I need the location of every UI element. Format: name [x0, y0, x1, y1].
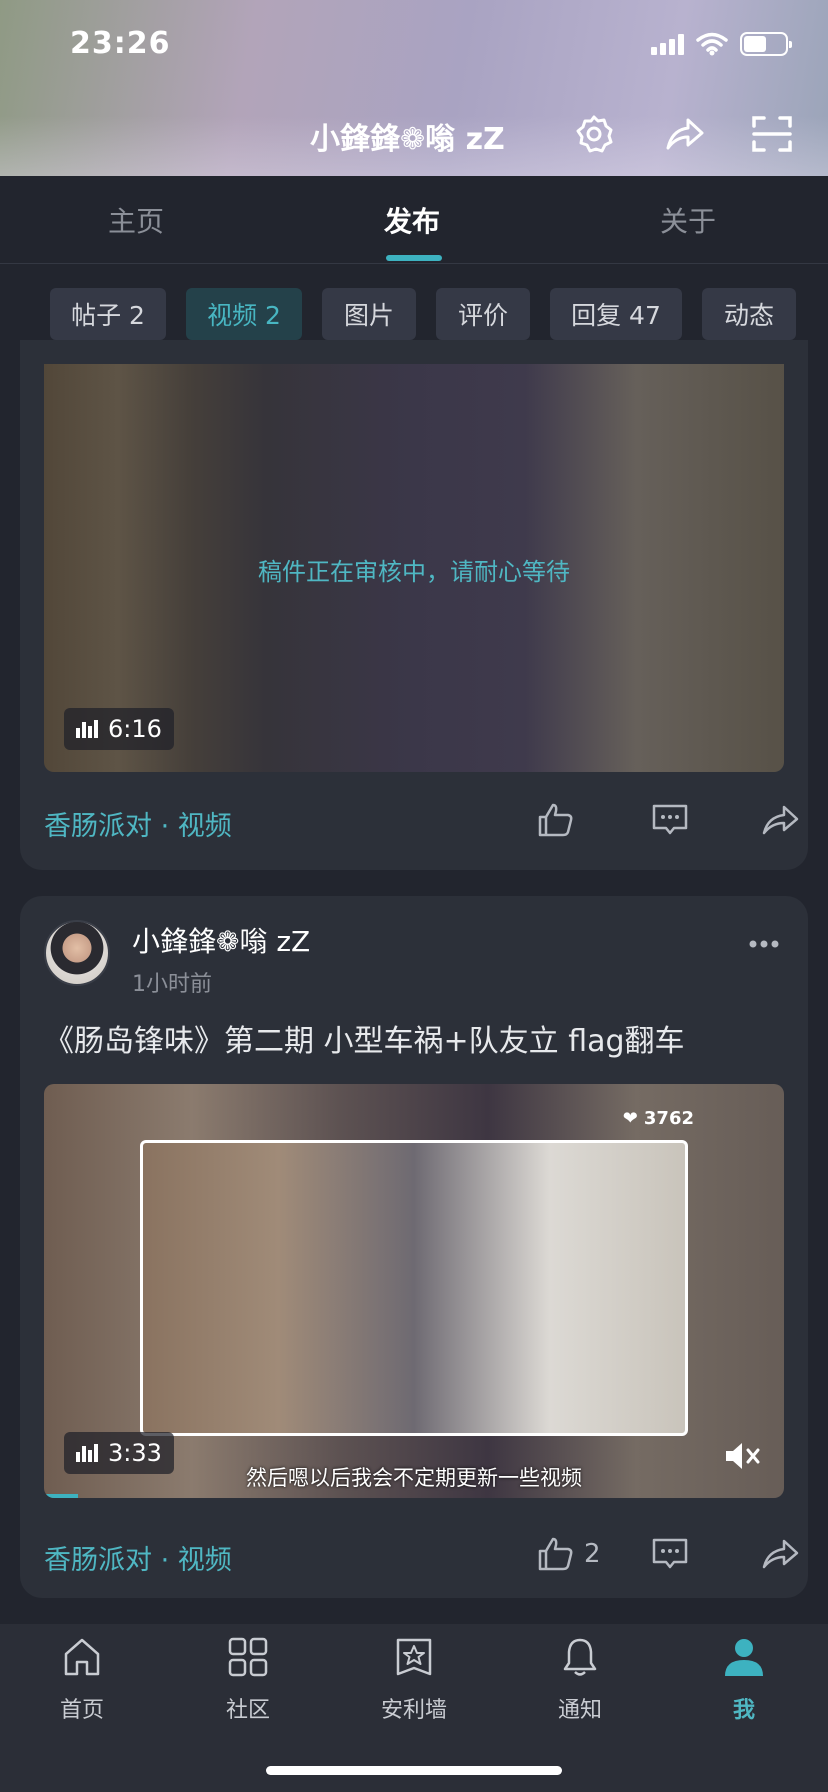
status-icons	[651, 32, 792, 56]
like-count: 2	[584, 1539, 601, 1569]
post-footer: 香肠派对 · 视频	[44, 792, 799, 852]
signal-icon	[651, 33, 684, 55]
video-frame	[140, 1140, 688, 1436]
nav-community[interactable]: 社区	[188, 1636, 308, 1724]
comment-icon	[652, 804, 688, 835]
thumbs-up-icon	[538, 803, 573, 837]
like-button[interactable]: 2	[536, 1532, 601, 1576]
title-row: 小鋒鋒❁嗡 zZ	[0, 106, 828, 162]
profile-header: 23:26 小鋒鋒❁嗡 zZ	[0, 0, 828, 176]
profile-tabs: 主页 发布 关于	[0, 176, 828, 264]
comment-button[interactable]	[650, 798, 690, 842]
stats-icon	[76, 720, 98, 738]
person-icon	[725, 1639, 763, 1676]
filter-reviews[interactable]: 评价	[436, 288, 530, 340]
active-tab-indicator	[386, 255, 442, 261]
heart-icon: ❤	[622, 1108, 638, 1129]
video-thumbnail[interactable]: 稿件正在审核中，请耐心等待 6:16	[44, 364, 784, 772]
grid-icon	[228, 1637, 268, 1677]
post-category[interactable]: 香肠派对 · 视频	[44, 804, 232, 843]
author-row	[44, 920, 110, 986]
share-icon	[762, 805, 799, 835]
star-badge-icon	[396, 1638, 432, 1676]
post-card: 小鋒鋒❁嗡 zZ 1小时前 《肠岛锋味》第二期 小型车祸+队友立 flag翻车 …	[20, 896, 808, 1598]
stats-icon	[76, 1444, 98, 1462]
settings-gear-icon[interactable]	[572, 112, 616, 156]
post-title[interactable]: 《肠岛锋味》第二期 小型车祸+队友立 flag翻车	[44, 1016, 685, 1060]
video-duration: 6:16	[108, 715, 162, 743]
video-progress-bar[interactable]	[44, 1494, 78, 1498]
status-bar: 23:26	[70, 26, 792, 66]
review-notice: 稿件正在审核中，请耐心等待	[258, 558, 570, 586]
filter-replies[interactable]: 回复 47	[550, 288, 682, 340]
nav-recommend-wall[interactable]: 安利墙	[354, 1636, 474, 1724]
wifi-icon	[696, 32, 728, 56]
tab-home[interactable]: 主页	[108, 200, 164, 240]
comment-icon	[652, 1538, 688, 1569]
nav-notifications[interactable]: 通知	[520, 1636, 640, 1724]
filter-chips: 帖子 2 视频 2 图片 评价 回复 47 动态	[0, 288, 828, 340]
filter-activity[interactable]: 动态	[702, 288, 796, 340]
scan-icon[interactable]	[750, 112, 794, 156]
tab-publish[interactable]: 发布	[384, 200, 440, 240]
nav-me[interactable]: 我	[684, 1636, 804, 1724]
battery-icon	[740, 32, 792, 56]
filter-posts[interactable]: 帖子 2	[50, 288, 166, 340]
video-subtitle: 然后嗯以后我会不定期更新一些视频	[246, 1466, 582, 1490]
post-category[interactable]: 香肠派对 · 视频	[44, 1538, 232, 1577]
author-info: 小鋒鋒❁嗡 zZ 1小时前	[132, 920, 310, 998]
bell-icon	[563, 1638, 597, 1676]
home-icon	[64, 1638, 100, 1676]
mute-icon[interactable]	[722, 1436, 762, 1476]
nav-home[interactable]: 首页	[22, 1636, 142, 1724]
share-button[interactable]	[760, 798, 800, 842]
share-icon	[762, 1539, 799, 1569]
like-button[interactable]	[536, 798, 576, 842]
post-footer: 香肠派对 · 视频 2	[44, 1526, 799, 1586]
tab-about[interactable]: 关于	[660, 200, 716, 240]
more-options-icon[interactable]	[748, 936, 780, 952]
filter-videos[interactable]: 视频 2	[186, 288, 302, 340]
video-like-count: ❤ 3762	[622, 1108, 694, 1129]
avatar[interactable]	[44, 920, 110, 986]
filter-images[interactable]: 图片	[322, 288, 416, 340]
share-button[interactable]	[760, 1532, 800, 1576]
share-icon[interactable]	[662, 112, 706, 156]
status-time: 23:26	[70, 26, 171, 61]
comment-button[interactable]	[650, 1532, 690, 1576]
page-title: 小鋒鋒❁嗡 zZ	[310, 122, 505, 157]
post-time: 1小时前	[132, 972, 212, 997]
author-name[interactable]: 小鋒鋒❁嗡 zZ	[132, 920, 310, 960]
thumbs-up-icon	[538, 1537, 573, 1571]
video-player[interactable]: ❤ 3762 3:33 然后嗯以后我会不定期更新一些视频	[44, 1084, 784, 1498]
video-duration-badge: 6:16	[64, 708, 174, 750]
post-card: 稿件正在审核中，请耐心等待 6:16 香肠派对 · 视频	[20, 340, 808, 870]
home-indicator	[266, 1766, 562, 1775]
